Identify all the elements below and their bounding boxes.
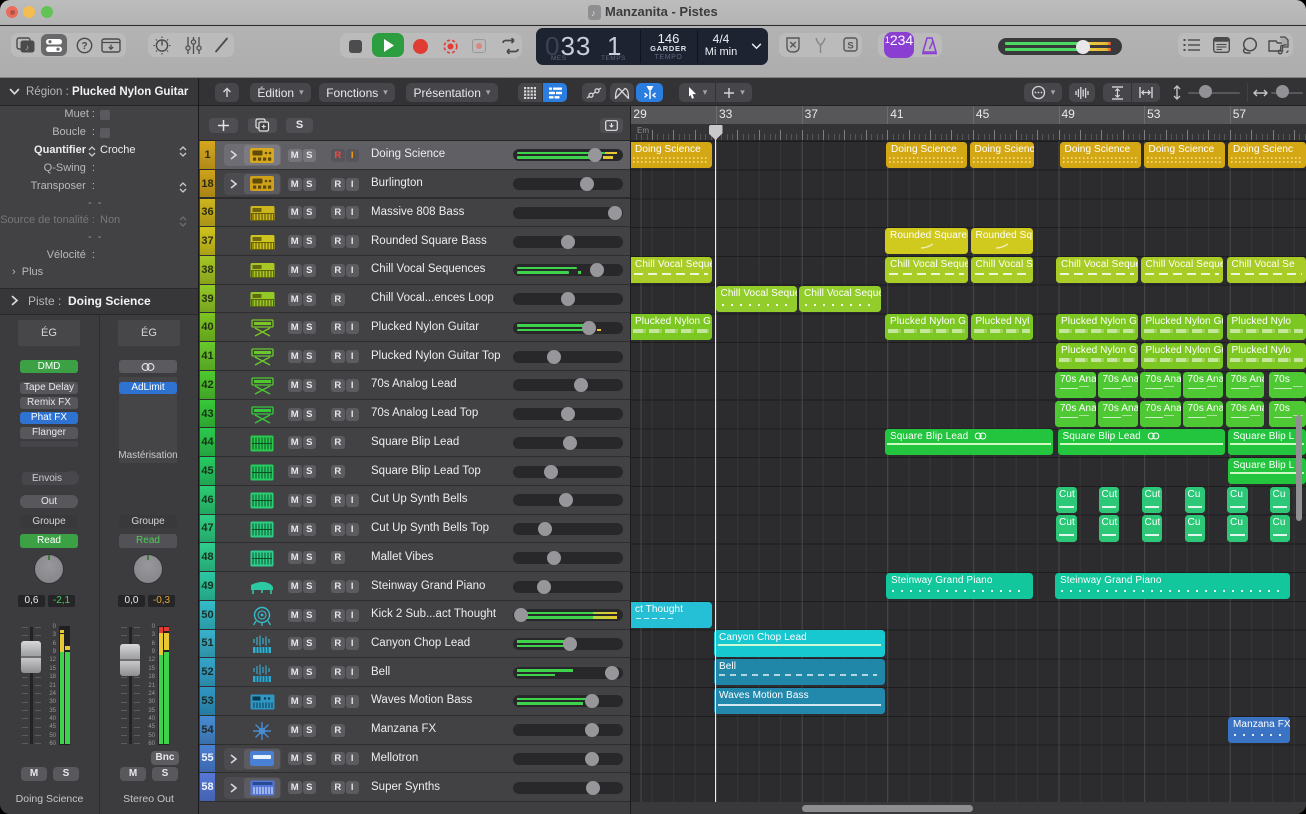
svg-text:S: S <box>847 40 853 51</box>
svg-text:?: ? <box>82 41 88 52</box>
svg-text:♪: ♪ <box>25 43 29 52</box>
